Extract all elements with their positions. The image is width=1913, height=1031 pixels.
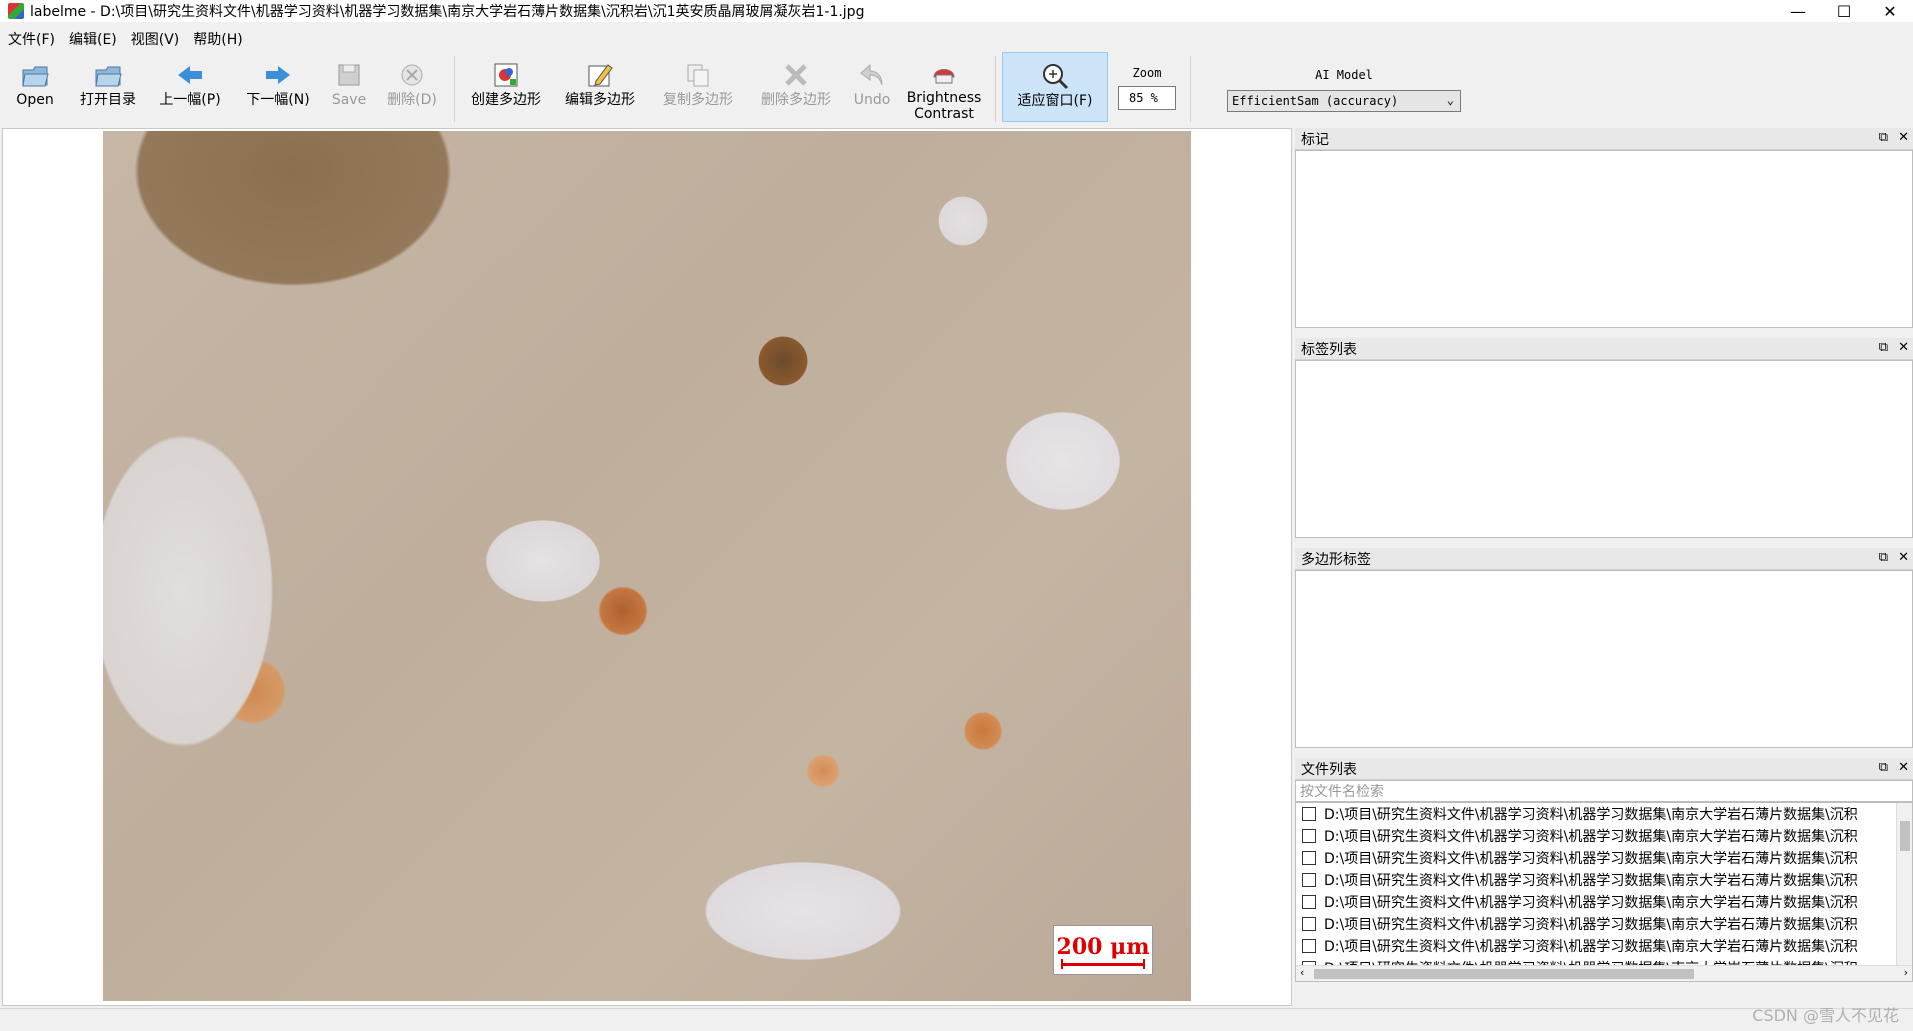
edit-pencil-icon [585,60,615,90]
open-dir-button[interactable]: 打开目录 [70,52,146,122]
copy-polygon-button[interactable]: 复制多边形 [649,52,747,122]
toolbar-separator [1190,56,1191,122]
file-checkbox[interactable] [1302,829,1316,843]
toolbar-separator [995,56,996,122]
close-icon[interactable]: ✕ [1898,760,1909,775]
arrow-left-icon [175,60,205,90]
labelme-app-icon [8,3,24,19]
flags-dock: 标记 ⧉ ✕ [1295,128,1913,328]
next-image-button[interactable]: 下一幅(N) [234,52,322,122]
close-icon[interactable]: ✕ [1898,340,1909,355]
minimize-button[interactable]: — [1775,0,1821,22]
ai-model-label: AI Model [1315,68,1373,82]
open-folder-icon [20,60,50,90]
menu-help[interactable]: 帮助(H) [193,29,242,49]
file-list-item[interactable]: D:\项目\研究生资料文件\机器学习资料\机器学习数据集\南京大学岩石薄片数据集… [1296,825,1912,847]
copy-icon [683,60,713,90]
file-list-item[interactable]: D:\项目\研究生资料文件\机器学习资料\机器学习数据集\南京大学岩石薄片数据集… [1296,913,1912,935]
maximize-button[interactable]: ☐ [1821,0,1867,22]
create-polygon-icon [491,60,521,90]
label-list-dock: 标签列表 ⧉ ✕ [1295,338,1913,538]
menu-bar: 文件(F) 编辑(E) 视图(V) 帮助(H) [0,28,257,50]
delete-polygon-button[interactable]: 删除多边形 [747,52,845,122]
brightness-icon [929,60,959,88]
delete-x-icon [781,60,811,90]
window-title: labelme - D:\项目\研究生资料文件\机器学习资料\机器学习数据集\南… [30,4,865,20]
file-search-input[interactable]: 按文件名检索 [1295,780,1913,802]
menu-file[interactable]: 文件(F) [8,29,55,49]
restore-icon[interactable]: ⧉ [1879,340,1888,355]
polygon-label-list[interactable] [1295,570,1913,748]
dock-header: 标签列表 ⧉ ✕ [1295,338,1913,360]
restore-icon[interactable]: ⧉ [1879,130,1888,145]
toolbar-separator [454,56,455,122]
window-controls: — ☐ ✕ [1775,0,1913,22]
scroll-left-icon[interactable]: ‹ [1300,966,1304,979]
delete-circle-icon [397,60,427,90]
rock-thin-section-image[interactable]: 200 μm [103,131,1191,1001]
file-list-item[interactable]: D:\项目\研究生资料文件\机器学习资料\机器学习数据集\南京大学岩石薄片数据集… [1296,847,1912,869]
restore-icon[interactable]: ⧉ [1879,550,1888,565]
delete-file-button[interactable]: 删除(D) [376,52,448,122]
edit-polygon-button[interactable]: 编辑多边形 [551,52,649,122]
brightness-contrast-button[interactable]: Brightness Contrast [899,52,989,122]
horizontal-scrollbar[interactable]: ‹ › [1296,965,1912,981]
file-list-dock: 文件列表 ⧉ ✕ 按文件名检索 D:\项目\研究生资料文件\机器学习资料\机器学… [1295,758,1913,982]
status-bar [0,1008,1913,1031]
menu-view[interactable]: 视图(V) [131,29,180,49]
create-polygon-button[interactable]: 创建多边形 [461,52,551,122]
dock-header: 文件列表 ⧉ ✕ [1295,758,1913,780]
scale-bar: 200 μm [1053,925,1153,975]
zoom-control: Zoom 85 % [1118,52,1176,110]
csdn-watermark: CSDN @雪人不见花 [1752,1006,1899,1025]
brightness-label: Brightness Contrast [906,90,982,122]
prev-image-button[interactable]: 上一幅(P) [146,52,234,122]
file-list-item[interactable]: D:\项目\研究生资料文件\机器学习资料\机器学习数据集\南京大学岩石薄片数据集… [1296,869,1912,891]
zoom-label: Zoom [1132,66,1162,80]
close-icon[interactable]: ✕ [1898,550,1909,565]
open-folder-icon [93,60,123,90]
file-list-item[interactable]: D:\项目\研究生资料文件\机器学习资料\机器学习数据集\南京大学岩石薄片数据集… [1296,803,1912,825]
file-list-item[interactable]: D:\项目\研究生资料文件\机器学习资料\机器学习数据集\南京大学岩石薄片数据集… [1296,891,1912,913]
canvas-area[interactable]: 200 μm [2,128,1292,1006]
save-disk-icon [334,60,364,90]
undo-arrow-icon [857,60,887,90]
vertical-scrollbar[interactable] [1896,803,1912,967]
close-window-button[interactable]: ✕ [1867,0,1913,22]
arrow-right-icon [263,60,293,90]
file-checkbox[interactable] [1302,917,1316,931]
close-icon[interactable]: ✕ [1898,130,1909,145]
scroll-right-icon[interactable]: › [1904,966,1908,979]
file-list[interactable]: D:\项目\研究生资料文件\机器学习资料\机器学习数据集\南京大学岩石薄片数据集… [1295,802,1913,982]
chevron-down-icon: ⌄ [1446,93,1454,107]
file-checkbox[interactable] [1302,873,1316,887]
dock-header: 多边形标签 ⧉ ✕ [1295,548,1913,570]
fit-window-button[interactable]: 适应窗口(F) [1002,52,1108,122]
file-checkbox[interactable] [1302,895,1316,909]
zoom-input[interactable]: 85 % [1118,86,1176,110]
flags-list[interactable] [1295,150,1913,328]
title-bar: labelme - D:\项目\研究生资料文件\机器学习资料\机器学习数据集\南… [0,0,1913,22]
file-checkbox[interactable] [1302,851,1316,865]
file-checkbox[interactable] [1302,939,1316,953]
open-button[interactable]: Open [0,52,70,122]
file-list-item[interactable]: D:\项目\研究生资料文件\机器学习资料\机器学习数据集\南京大学岩石薄片数据集… [1296,935,1912,957]
restore-icon[interactable]: ⧉ [1879,760,1888,775]
ai-model-select[interactable]: EfficientSam (accuracy) ⌄ [1227,90,1461,112]
ai-model-control: AI Model EfficientSam (accuracy) ⌄ [1227,52,1461,112]
label-list[interactable] [1295,360,1913,538]
file-checkbox[interactable] [1302,807,1316,821]
polygon-labels-dock: 多边形标签 ⧉ ✕ [1295,548,1913,748]
save-button[interactable]: Save [322,52,376,122]
zoom-fit-icon [1040,61,1070,91]
dock-header: 标记 ⧉ ✕ [1295,128,1913,150]
undo-button[interactable]: Undo [845,52,899,122]
menu-edit[interactable]: 编辑(E) [69,29,117,49]
toolbar: Open 打开目录 上一幅(P) 下一幅(N) Save 删除(D) 创建多边形… [0,52,1913,126]
